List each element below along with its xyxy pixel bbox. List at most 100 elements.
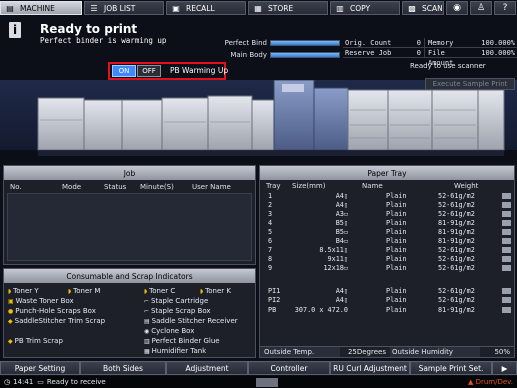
- status-subtitle: Perfect binder is warming up: [40, 36, 167, 45]
- tray-row[interactable]: 6 B4▭ Plain 81-91g/m2: [262, 236, 512, 245]
- tray-name: Plain: [386, 246, 407, 255]
- tab-job-list[interactable]: ☰ JOB LIST: [84, 1, 164, 15]
- consumable-toner-c: ◗ Toner C: [144, 287, 176, 295]
- consumable-toner-k: ◗ Toner K: [200, 287, 231, 295]
- status-time: 14:41: [13, 378, 34, 386]
- adjustment-button[interactable]: Adjustment: [166, 361, 248, 375]
- paper-level-icon: [502, 219, 511, 226]
- tray-column-headers: Tray Size(mm) Name Weight: [260, 180, 514, 191]
- sample-print-set-button[interactable]: Sample Print Set.: [410, 361, 492, 375]
- page-title: Ready to print: [40, 22, 138, 36]
- paper-level-icon: [502, 297, 511, 304]
- tray-number: 8: [268, 255, 273, 264]
- tray-weight: 52-61g/m2: [438, 200, 475, 209]
- tray-row[interactable]: 9 12x18▭ Plain 52-61g/m2: [262, 264, 512, 273]
- tray-name: Plain: [386, 264, 407, 273]
- consumable-waste-toner: ▣ Waste Toner Box: [8, 297, 74, 305]
- store-icon: ▦: [254, 3, 262, 13]
- trim-icon: ◆: [8, 337, 13, 345]
- tray-name: Plain: [386, 255, 407, 264]
- execute-sample-print-button[interactable]: Execute Sample Print: [425, 78, 515, 90]
- ru-curl-adjustment-button[interactable]: RU Curl Adjustment: [330, 361, 410, 375]
- tray-row[interactable]: PB 307.0 x 472.0 Plain 81-91g/m2: [262, 305, 512, 314]
- memory-value: 100.000%: [481, 39, 515, 47]
- tray-col-size: Size(mm): [292, 182, 326, 190]
- glue-icon: ▥: [144, 337, 150, 345]
- file-amount-value: 100.000%: [481, 49, 515, 57]
- status-bar: ◷ 14:41 ▭ Ready to receive ▲ Drum/Dev.: [0, 376, 517, 388]
- controller-button[interactable]: Controller: [248, 361, 330, 375]
- drum-dev-warning[interactable]: ▲ Drum/Dev.: [468, 378, 513, 386]
- trim-icon: ◆: [8, 317, 13, 325]
- tray-name: Plain: [386, 296, 407, 305]
- printer-system-illustration[interactable]: [0, 80, 517, 162]
- tray-row[interactable]: 7 8.5x11▯ Plain 52-61g/m2: [262, 246, 512, 255]
- keyboard-icon[interactable]: [255, 377, 278, 387]
- consumable-pb-trim: ◆ PB Trim Scrap: [8, 337, 63, 345]
- pb-warming-on-button[interactable]: ON: [112, 65, 136, 77]
- tray-row[interactable]: 8 9x11▯ Plain 52-61g/m2: [262, 255, 512, 264]
- tray-row[interactable]: PI1 A4▯ Plain 52-61g/m2: [262, 287, 512, 296]
- tab-store[interactable]: ▦ STORE: [248, 1, 328, 15]
- paper-level-icon: [502, 192, 511, 199]
- consumable-toner-m: ◗ Toner M: [68, 287, 101, 295]
- help-icon: ?: [502, 3, 508, 13]
- tray-row[interactable]: PI2 A4▯ Plain 52-61g/m2: [262, 296, 512, 305]
- machine-icon: ▤: [6, 3, 14, 13]
- staple-scrap-icon: ⌐: [144, 307, 150, 315]
- perfect-bind-gauge: [270, 40, 340, 46]
- tray-number: 6: [268, 237, 273, 246]
- outside-temp-label: Outside Temp.: [260, 347, 340, 357]
- paper-tray-title: Paper Tray: [260, 166, 514, 180]
- pb-warming-off-button[interactable]: OFF: [137, 65, 161, 77]
- tray-weight: 52-61g/m2: [438, 255, 475, 264]
- tab-recall-label: RECALL: [186, 3, 215, 13]
- tray-row[interactable]: 2 A4▯ Plain 52-61g/m2: [262, 200, 512, 209]
- toner-icon: ◗: [144, 287, 148, 295]
- info-icon: i: [9, 22, 21, 38]
- tab-machine-label: MACHINE: [20, 3, 55, 13]
- job-list-area[interactable]: [7, 193, 252, 261]
- tray-number: PI2: [268, 296, 281, 305]
- next-page-button[interactable]: ▶: [492, 361, 517, 375]
- tray-weight: 52-61g/m2: [438, 191, 475, 200]
- tray-size: 9x11▯: [327, 255, 348, 264]
- reserve-job-label: Reserve Job: [345, 49, 392, 57]
- printer-icon: ▭: [37, 378, 44, 386]
- globe-button[interactable]: ◉: [446, 1, 468, 15]
- both-sides-button[interactable]: Both Sides: [80, 361, 166, 375]
- tray-row[interactable]: 5 B5▭ Plain 81-91g/m2: [262, 227, 512, 236]
- tray-name: Plain: [386, 305, 407, 314]
- tray-weight: 52-61g/m2: [438, 296, 475, 305]
- tray-size: A3▭: [335, 209, 348, 218]
- tray-number: 9: [268, 264, 273, 273]
- tray-size: 307.0 x 472.0: [294, 305, 348, 314]
- tray-name: Plain: [386, 218, 407, 227]
- tab-scan[interactable]: ▩ SCAN: [402, 1, 444, 15]
- paper-level-icon: [502, 210, 511, 217]
- tray-spacer: [260, 273, 514, 287]
- paper-setting-button[interactable]: Paper Setting: [0, 361, 80, 375]
- reserve-job-value: 0: [403, 48, 425, 57]
- tray-weight: 81-91g/m2: [438, 218, 475, 227]
- help-button[interactable]: ?: [494, 1, 516, 15]
- tab-machine[interactable]: ▤ MACHINE: [0, 1, 82, 15]
- consumable-humidifier: ▦ Humidifier Tank: [144, 347, 207, 355]
- tray-weight: 52-61g/m2: [438, 264, 475, 273]
- tray-size: B5▯: [335, 218, 348, 227]
- tab-scan-label: SCAN: [422, 3, 443, 13]
- tray-weight: 52-61g/m2: [438, 209, 475, 218]
- tray-row[interactable]: 4 B5▯ Plain 81-91g/m2: [262, 218, 512, 227]
- tray-row[interactable]: 1 A4▯ Plain 52-61g/m2: [262, 191, 512, 200]
- tab-recall[interactable]: ▣ RECALL: [166, 1, 246, 15]
- user-button[interactable]: ♙: [470, 1, 492, 15]
- paper-level-icon: [502, 288, 511, 295]
- job-column-headers: No. Mode Status Minute(S) User Name: [4, 180, 255, 192]
- tray-row[interactable]: 3 A3▭ Plain 52-61g/m2: [262, 209, 512, 218]
- tray-size: 12x18▭: [323, 264, 348, 273]
- consumable-glue: ▥ Perfect Binder Glue: [144, 337, 220, 345]
- tab-copy-wide[interactable]: ▥ COPY: [330, 1, 400, 15]
- tank-icon: ▦: [144, 347, 150, 355]
- recall-icon: ▣: [172, 3, 180, 13]
- toner-icon: ◗: [68, 287, 72, 295]
